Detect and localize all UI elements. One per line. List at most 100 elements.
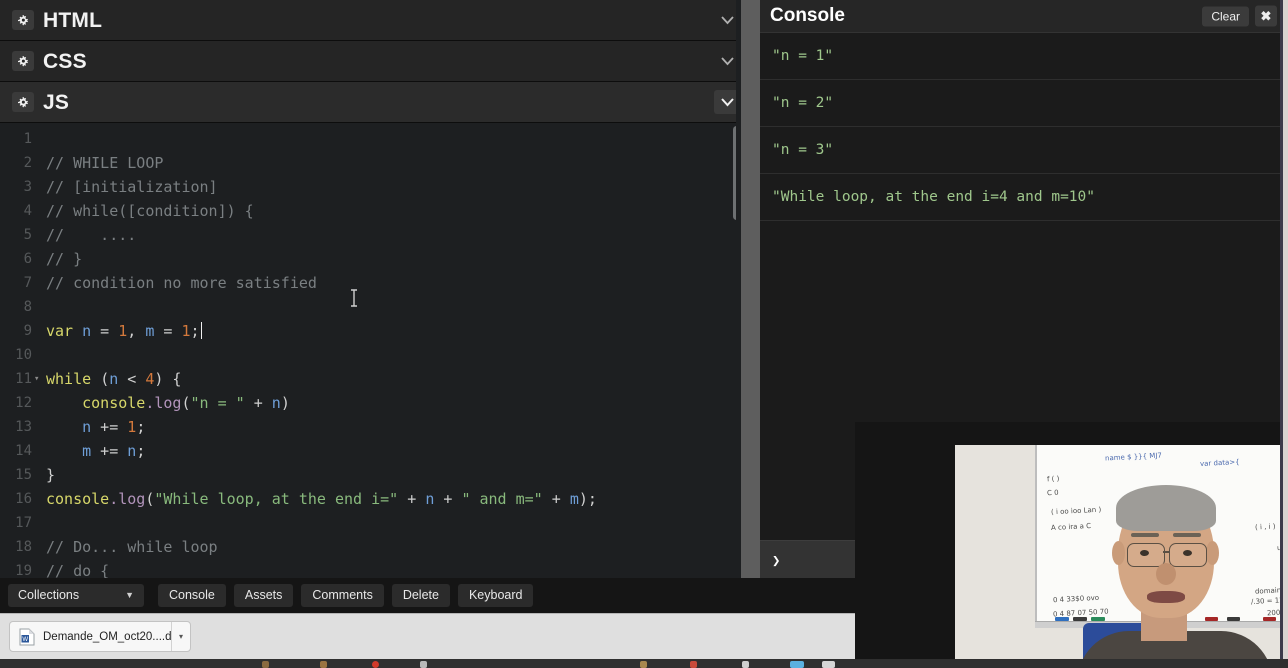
prompt-chevron-icon: ❯: [772, 552, 781, 569]
svg-text:W: W: [22, 636, 28, 642]
assets-button[interactable]: Assets: [233, 584, 294, 607]
taskbar-icon-3[interactable]: [372, 661, 379, 668]
code-text: }: [46, 463, 55, 487]
code-token: <: [118, 370, 146, 388]
codepen-editor-window: HTML CSS JS 1 2 // WHILE LOOP 3 // [init…: [0, 0, 1288, 668]
pane-title-js: JS: [43, 90, 70, 114]
pane-title-html: HTML: [43, 8, 103, 32]
person-mouth: [1147, 591, 1185, 603]
code-token: ;: [136, 418, 146, 436]
code-line[interactable]: 19 // do {: [0, 559, 750, 578]
whiteboard-note: C 0: [1046, 488, 1059, 498]
taskbar-icon-4[interactable]: [420, 661, 427, 668]
code-token: n: [425, 490, 435, 508]
editor-column: HTML CSS JS 1 2 // WHILE LOOP 3 // [init…: [0, 0, 750, 578]
keyboard-button[interactable]: Keyboard: [457, 584, 534, 607]
taskbar-icon-2[interactable]: [320, 661, 327, 668]
line-number: 11: [15, 371, 32, 387]
whiteboard-note: domain: [1254, 586, 1282, 596]
gear-icon[interactable]: [12, 10, 34, 30]
marker-red: [1205, 617, 1218, 621]
line-number: 15: [15, 467, 32, 483]
word-document-icon: W: [19, 628, 35, 646]
code-token: // ....: [46, 226, 137, 244]
code-token: ;: [136, 442, 146, 460]
code-line[interactable]: 5 // ....: [0, 223, 750, 247]
delete-button[interactable]: Delete: [391, 584, 450, 607]
text-caret: [200, 322, 202, 339]
code-line[interactable]: 11 ▾ while (n < 4) {: [0, 367, 750, 391]
collections-label: Collections: [18, 588, 80, 602]
taskbar-icon-5[interactable]: [640, 661, 647, 668]
code-token: ;: [190, 322, 200, 340]
collections-dropdown[interactable]: Collections ▼: [8, 584, 144, 607]
code-line[interactable]: 9 var n = 1, m = 1;: [0, 319, 750, 343]
close-console-icon[interactable]: ✖: [1255, 5, 1277, 27]
whiteboard-note: f ( ): [1046, 474, 1060, 484]
code-line[interactable]: 2 // WHILE LOOP: [0, 151, 750, 175]
comments-button[interactable]: Comments: [301, 584, 384, 607]
code-token: console: [46, 490, 110, 508]
code-token: while: [46, 370, 101, 388]
code-text: // do {: [46, 559, 109, 578]
code-line[interactable]: 12 console.log("n = " + n): [0, 391, 750, 415]
code-lines-container: 1 2// WHILE LOOP 3// [initialization] 4// w…: [0, 123, 750, 578]
js-code-editor[interactable]: 1 2// WHILE LOOP 3// [initialization] 4// w…: [0, 123, 750, 578]
chevron-down-icon-collections: ▼: [125, 590, 134, 600]
taskbar-icon-6[interactable]: [690, 661, 697, 668]
line-number: 18: [15, 539, 32, 555]
taskbar-icon-1[interactable]: [262, 661, 269, 668]
code-text: console.log("n = " + n): [46, 391, 290, 415]
glasses-bridge: [1163, 551, 1169, 553]
code-line[interactable]: 13 n += 1;: [0, 415, 750, 439]
gear-icon[interactable]: [12, 51, 34, 71]
code-line[interactable]: 1: [0, 127, 750, 151]
gear-icon[interactable]: [12, 92, 34, 112]
webcam-video-overlay[interactable]: name $ }}{ MJ7var data>{ki: ma-nf ( )C 0…: [855, 422, 1288, 668]
panel-divider[interactable]: [750, 0, 760, 578]
pane-header-js[interactable]: JS: [0, 82, 750, 123]
console-output-list: "n = 1" "n = 2" "n = 3" "While loop, at the…: [760, 33, 1283, 221]
window-right-edge: [1283, 0, 1288, 659]
code-line[interactable]: 4 // while([condition]) {: [0, 199, 750, 223]
person-nose: [1156, 563, 1176, 585]
person-ear-left: [1112, 541, 1125, 565]
taskbar-icon-7[interactable]: [742, 661, 749, 668]
code-text: m += n;: [46, 439, 145, 463]
code-token: +: [434, 490, 462, 508]
pane-header-css[interactable]: CSS: [0, 41, 750, 82]
code-token: n: [82, 322, 92, 340]
code-token: +: [398, 490, 426, 508]
code-token: +=: [91, 442, 128, 460]
code-token: }: [46, 466, 56, 484]
download-item[interactable]: W Demande_OM_oct20....docx ▾: [9, 621, 191, 652]
code-token: =: [154, 322, 182, 340]
taskbar-icon-9[interactable]: [822, 661, 835, 668]
code-line[interactable]: 3 // [initialization]: [0, 175, 750, 199]
code-fold-toggle-icon[interactable]: ▾: [34, 367, 44, 391]
code-line[interactable]: 16 console.log("While loop, at the end i=…: [0, 487, 750, 511]
code-line[interactable]: 10: [0, 343, 750, 367]
os-taskbar[interactable]: [0, 659, 1288, 668]
code-line[interactable]: 6 // }: [0, 247, 750, 271]
code-line[interactable]: 14 m += n;: [0, 439, 750, 463]
clear-console-button[interactable]: Clear: [1202, 6, 1249, 26]
code-token: +=: [91, 418, 128, 436]
console-button[interactable]: Console: [158, 584, 226, 607]
code-line[interactable]: 7 // condition no more satisfied: [0, 271, 750, 295]
code-token: 1: [181, 322, 191, 340]
code-text: // condition no more satisfied: [46, 271, 317, 295]
code-line[interactable]: 17: [0, 511, 750, 535]
marker-green: [1091, 617, 1105, 621]
download-menu-carat[interactable]: ▾: [171, 622, 190, 651]
taskbar-icon-8[interactable]: [790, 661, 804, 668]
code-line[interactable]: 8: [0, 295, 750, 319]
code-line[interactable]: 18 // Do... while loop: [0, 535, 750, 559]
code-token: n: [46, 418, 92, 436]
pane-header-html[interactable]: HTML: [0, 0, 750, 41]
line-number: 4: [23, 203, 32, 219]
line-number: 17: [15, 515, 32, 531]
code-line[interactable]: 15}: [0, 463, 750, 487]
code-token: // condition no more satisfied: [46, 274, 317, 292]
code-token: ) {: [154, 370, 182, 388]
